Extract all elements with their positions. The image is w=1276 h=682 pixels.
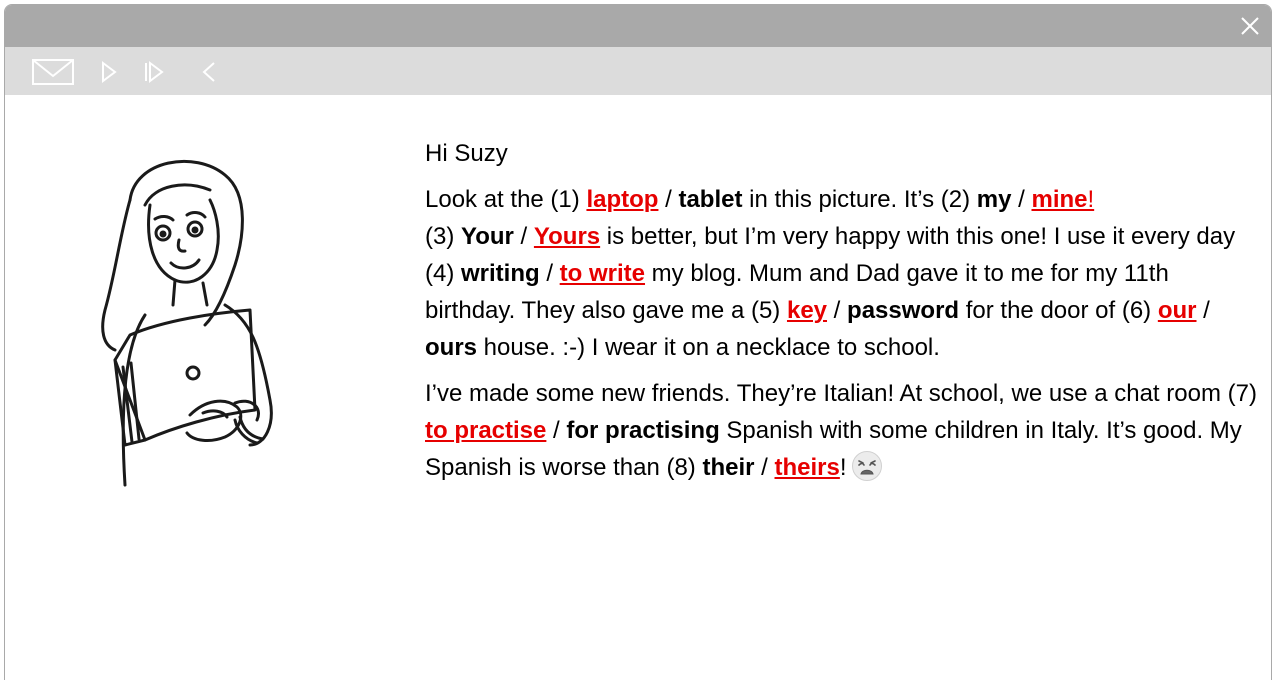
close-icon[interactable] [1235,11,1265,41]
option-7-unselected[interactable]: for practising [566,417,719,444]
option-2-unselected[interactable]: my [977,186,1012,213]
answer-1-selected[interactable]: laptop [586,186,658,213]
text-segment: ! [839,454,847,481]
greeting: Hi Suzy [425,140,508,167]
email-body: Hi Suzy Look at the (1) laptop / tablet … [425,135,1265,495]
answer-6-selected[interactable]: our [1158,297,1197,324]
option-3-unselected[interactable]: Your [461,223,514,250]
separator: / [539,260,560,287]
separator: / [658,186,679,213]
answer-4-selected[interactable]: to write [560,260,645,287]
text-segment: in this picture. It’s (2) [742,186,977,213]
text-segment: (3) [425,223,461,250]
title-bar [5,5,1271,47]
exclamation: ! [1087,186,1095,213]
play-icon[interactable] [99,57,119,87]
separator: / [827,297,848,324]
option-8-unselected[interactable]: their [702,454,754,481]
paragraph-2: I’ve made some new friends. They’re Ital… [425,375,1265,486]
answer-8-selected[interactable]: theirs [775,454,840,481]
envelope-icon[interactable] [31,57,75,87]
back-icon[interactable] [199,57,219,87]
separator: / [1196,297,1210,324]
toolbar [5,47,1271,95]
girl-with-laptop-illustration [101,159,273,487]
separator: / [513,223,534,250]
separator: / [1011,186,1032,213]
paragraph-1: Look at the (1) laptop / tablet in this … [425,181,1265,366]
option-5-unselected[interactable]: password [847,297,959,324]
email-window: Hi Suzy Look at the (1) laptop / tablet … [4,4,1272,680]
text-segment: Look at the (1) [425,186,587,213]
text-segment: for the door of (6) [959,297,1158,324]
text-segment: house. :-) I wear it on a necklace to sc… [477,334,940,361]
answer-7-selected[interactable]: to practise [425,417,546,444]
separator: / [754,454,775,481]
text-segment: I’ve made some new friends. They’re Ital… [425,380,1257,407]
answer-5-selected[interactable]: key [787,297,827,324]
option-6-unselected[interactable]: ours [425,334,477,361]
option-4-unselected[interactable]: writing [461,260,540,287]
weary-face-emoji [851,450,882,481]
answer-2-selected[interactable]: mine [1031,186,1087,213]
separator: / [546,417,567,444]
option-1-unselected[interactable]: tablet [678,186,742,213]
next-icon[interactable] [141,57,167,87]
answer-3-selected[interactable]: Yours [534,223,600,250]
